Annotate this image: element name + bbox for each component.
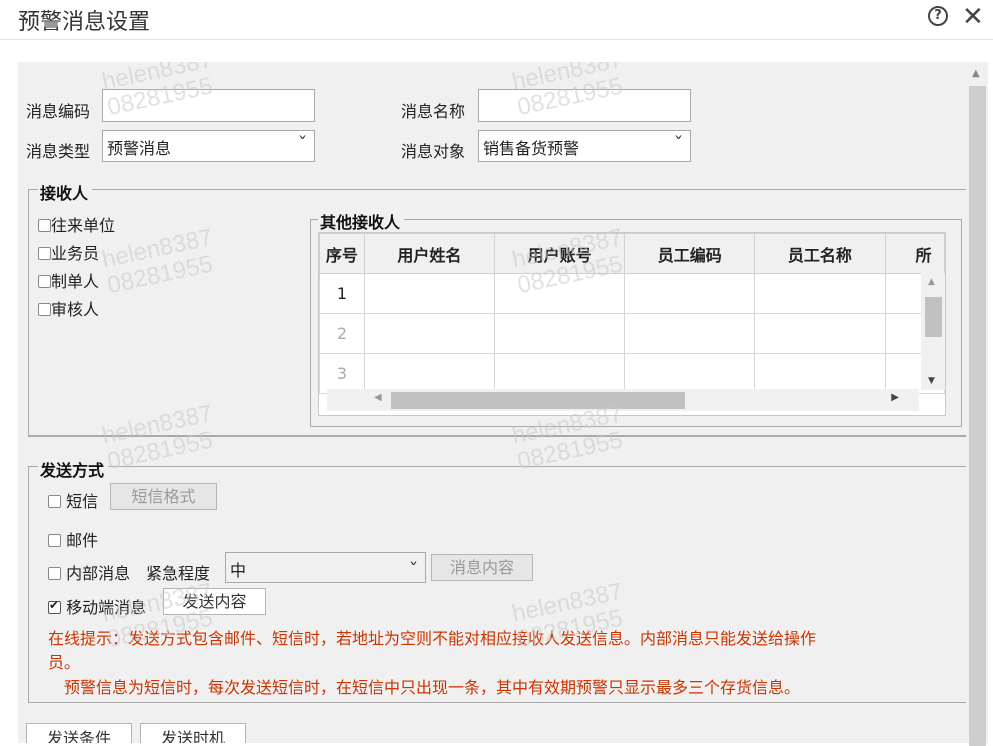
scroll-up-icon[interactable]: ▲ (928, 277, 935, 287)
table-row[interactable]: 2 (319, 313, 945, 354)
mobile-message-option[interactable]: 移动端消息 (48, 594, 146, 618)
close-icon[interactable]: ✕ (962, 2, 984, 32)
chevron-down-icon: ˅ (408, 561, 419, 577)
table-cell[interactable] (754, 313, 886, 354)
receiver-option-salesman[interactable]: 业务员 (38, 240, 99, 264)
column-header[interactable]: 用户姓名 (363, 233, 495, 274)
chevron-down-icon: ˅ (297, 135, 308, 151)
internal-content-button[interactable]: 消息内容 (431, 554, 533, 581)
column-header[interactable]: 员工名称 (754, 233, 886, 274)
scroll-thumb[interactable] (969, 86, 986, 746)
scroll-up-icon[interactable]: ▲ (972, 68, 980, 79)
grid-horizontal-scrollbar[interactable]: ◀ ▶ (327, 389, 919, 411)
online-hint-line3: 预警信息为短信时，每次发送短信时，在短信中只出现一条，其中有效期预警只显示最多三… (64, 678, 801, 697)
table-cell[interactable] (493, 313, 626, 354)
msg-target-value: 销售备货预警 (483, 139, 580, 158)
column-header[interactable]: 序号 (319, 233, 365, 274)
row-index: 1 (319, 273, 365, 314)
checkbox[interactable] (38, 303, 51, 316)
receivers-legend: 接收人 (38, 180, 93, 204)
table-row[interactable]: 1 (319, 273, 945, 314)
urgency-label: 紧急程度 (146, 564, 211, 583)
table-cell[interactable] (624, 273, 756, 314)
column-header[interactable]: 用户账号 (493, 233, 626, 274)
table-cell[interactable] (754, 273, 886, 314)
online-hint-line1: 在线提示：发送方式包含邮件、短信时，若地址为空则不能对相应接收人发送信息。内部消… (48, 629, 817, 648)
msg-code-input[interactable] (102, 89, 315, 122)
checkbox[interactable] (48, 598, 61, 614)
column-header[interactable]: 员工编码 (624, 233, 756, 274)
scroll-left-icon[interactable]: ◀ (374, 392, 382, 403)
send-condition-button[interactable]: 发送条件 (26, 723, 132, 743)
checkbox[interactable] (38, 247, 51, 260)
scroll-right-icon[interactable]: ▶ (891, 392, 899, 403)
msg-code-label: 消息编码 (26, 102, 91, 121)
msg-name-input[interactable] (478, 89, 691, 122)
dialog-title: 预警消息设置 (18, 10, 151, 35)
urgency-value: 中 (230, 561, 247, 580)
checkbox[interactable] (38, 275, 51, 288)
dialog-vertical-scrollbar[interactable]: ▲ (966, 62, 988, 746)
dialog-titlebar: 预警消息设置 ? ✕ (0, 0, 993, 40)
checkbox[interactable] (48, 534, 61, 547)
table-cell[interactable] (624, 313, 756, 354)
receiver-option-creator[interactable]: 制单人 (38, 268, 99, 292)
other-receivers-grid: 序号 用户姓名 用户账号 员工编码 员工名称 所 1 2 3 ▲ ▼ ◀ ▶ (318, 232, 946, 416)
scroll-thumb[interactable] (925, 297, 942, 337)
scroll-down-icon[interactable]: ▼ (928, 376, 935, 386)
table-cell[interactable] (363, 353, 495, 394)
msg-type-label: 消息类型 (26, 142, 91, 161)
msg-type-value: 预警消息 (107, 139, 172, 158)
send-method-legend: 发送方式 (38, 457, 109, 481)
sms-option[interactable]: 短信 (48, 488, 98, 512)
row-index: 3 (319, 353, 365, 394)
urgency-select[interactable]: 中 ˅ (225, 552, 426, 583)
help-icon[interactable]: ? (928, 6, 948, 26)
msg-target-select[interactable]: 销售备货预警 ˅ (478, 130, 691, 162)
table-cell[interactable] (493, 353, 626, 394)
table-cell[interactable] (754, 353, 886, 394)
row-index: 2 (319, 313, 365, 354)
mobile-content-button[interactable]: 发送内容 (163, 588, 266, 615)
table-cell[interactable] (624, 353, 756, 394)
online-hint-line2: 员。 (48, 653, 81, 672)
table-cell[interactable] (363, 313, 495, 354)
checkbox[interactable] (48, 495, 61, 508)
email-option[interactable]: 邮件 (48, 527, 98, 551)
scroll-thumb[interactable] (391, 392, 685, 409)
chevron-down-icon: ˅ (673, 135, 684, 151)
checkbox[interactable] (38, 219, 51, 232)
msg-name-label: 消息名称 (401, 102, 466, 121)
other-receivers-legend: 其他接收人 (318, 209, 405, 233)
checkbox[interactable] (48, 567, 61, 580)
grid-vertical-scrollbar[interactable]: ▲ ▼ (921, 273, 945, 390)
settings-panel: 消息编码 消息名称 消息类型 预警消息 ˅ 消息对象 销售备货预警 ˅ 接收人 … (18, 62, 970, 743)
table-cell[interactable] (363, 273, 495, 314)
internal-message-option[interactable]: 内部消息 (48, 560, 130, 584)
msg-target-label: 消息对象 (401, 142, 466, 161)
msg-type-select[interactable]: 预警消息 ˅ (102, 130, 315, 162)
receiver-option-auditor[interactable]: 审核人 (38, 296, 99, 320)
column-header[interactable]: 所 (884, 233, 945, 274)
receiver-option-partner[interactable]: 往来单位 (38, 212, 115, 236)
table-cell[interactable] (493, 273, 626, 314)
sms-format-button[interactable]: 短信格式 (110, 483, 217, 510)
table-row[interactable]: 3 (319, 353, 945, 394)
send-time-button[interactable]: 发送时机 (140, 723, 246, 743)
